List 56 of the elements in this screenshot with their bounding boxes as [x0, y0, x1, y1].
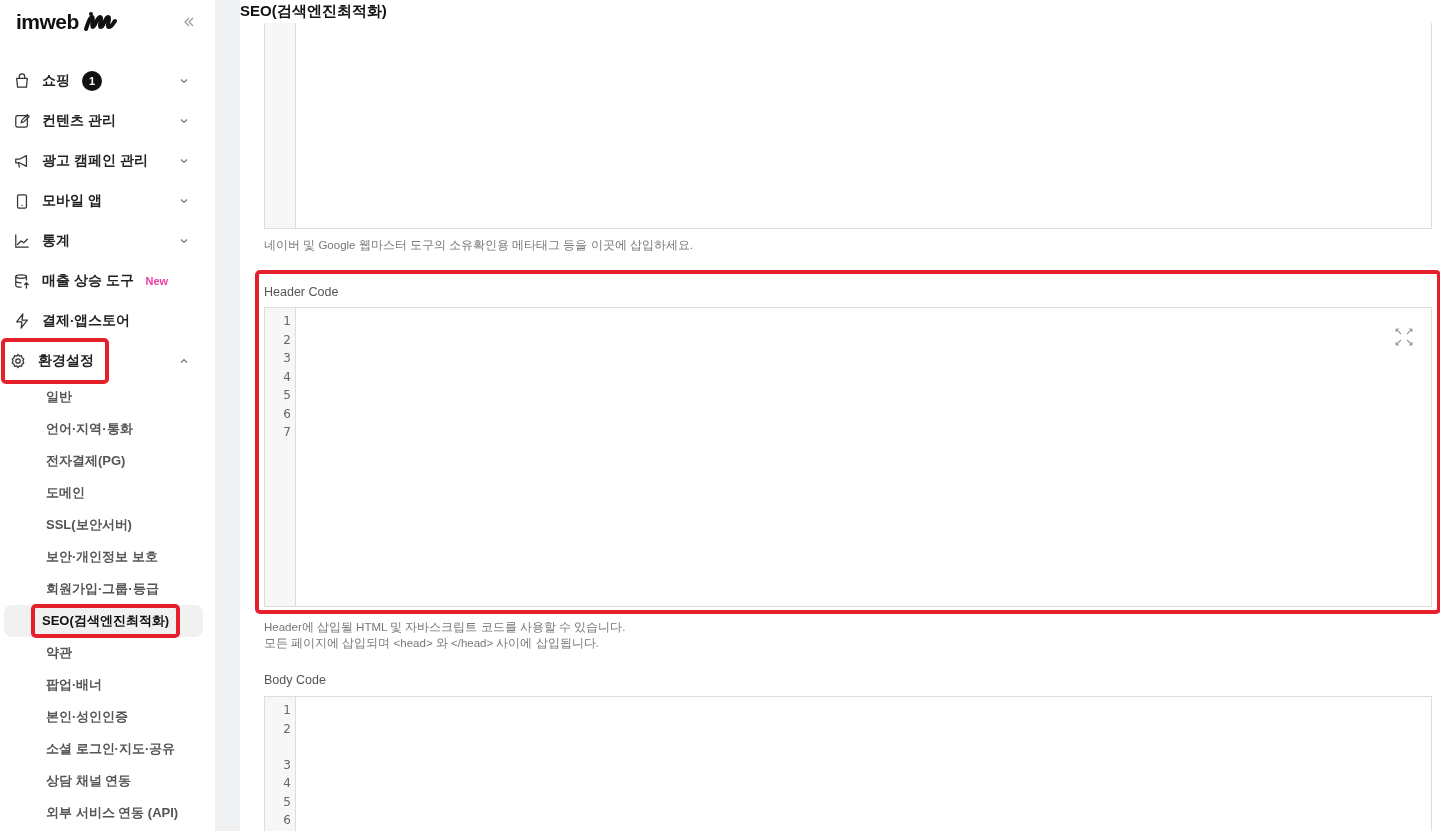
new-tag: New	[145, 272, 169, 290]
submenu-item[interactable]: 상담 채널 연동	[4, 765, 203, 797]
line-number: 6	[282, 405, 291, 423]
submenu-item[interactable]: SSL(보안서버)	[4, 509, 203, 541]
line-number: 5	[282, 793, 291, 811]
lightning-icon	[14, 312, 30, 330]
submenu-item[interactable]: 도메인	[4, 477, 203, 509]
submenu-item[interactable]: 전자결제(PG)	[4, 445, 203, 477]
submenu-item[interactable]: 일반	[4, 381, 203, 413]
submenu-item[interactable]: 보안·개인정보 보호	[4, 541, 203, 573]
line-number: 2	[282, 331, 291, 349]
nav-item[interactable]: 광고 캠페인 관리	[4, 141, 203, 181]
line-number: 4	[282, 775, 291, 792]
help-text: 네이버 및 Google 웹마스터 도구의 소유확인용 메타태그 등을 이곳에 삽입하세요.	[264, 237, 695, 253]
line-number: 1	[282, 313, 291, 331]
nav-item-label[interactable]: 환경설정	[38, 350, 94, 372]
line-number: 4	[282, 368, 291, 386]
edit-icon	[14, 112, 30, 130]
line-number: 6	[282, 812, 291, 829]
line-chart-icon	[14, 232, 30, 250]
line-number: 3	[282, 756, 291, 774]
page-title: SEO(검색엔진최적화)	[240, 1, 388, 21]
code-editor[interactable]: 1 2 3 4 5 6	[264, 696, 1432, 831]
submenu-item[interactable]: 소셜 로그인·지도·공유	[4, 733, 203, 765]
submenu-item[interactable]: 본인·성인인증	[4, 701, 203, 733]
line-number: 5	[282, 387, 291, 405]
nav-item[interactable]: 컨텐츠 관리	[4, 101, 203, 141]
nav-item[interactable]: 매출 상승 도구 New	[4, 261, 203, 301]
nav-item[interactable]: 쇼핑 1	[4, 61, 203, 101]
field-label: Header Code	[264, 283, 340, 301]
code-editor[interactable]: 1 2 3 4 5 6 7	[264, 307, 1432, 608]
database-upload-icon	[14, 272, 30, 290]
count-badge: 1	[82, 71, 102, 91]
collapse-icon[interactable]	[183, 16, 195, 28]
submenu-item[interactable]: 회원가입·그룹·등급	[4, 573, 203, 605]
submenu-item[interactable]: 언어·지역·통화	[4, 413, 203, 445]
submenu-item[interactable]: 외부 서비스 연동 (API)	[4, 797, 203, 829]
field-label: Body Code	[264, 672, 327, 690]
line-number: 2	[282, 720, 291, 738]
nav-item[interactable]: 결제·앱스토어	[4, 301, 203, 341]
help-text: Header에 삽입될 HTML 및 자바스크립트 코드를 사용할 수 있습니다.	[264, 620, 627, 636]
nav-item[interactable]: 모바일 앱	[4, 181, 203, 221]
line-number: 3	[282, 350, 291, 368]
line-number: 1	[282, 702, 291, 719]
megaphone-icon	[14, 152, 30, 170]
nav-item[interactable]: 통계	[4, 221, 203, 261]
mobile-phone-icon	[14, 192, 30, 210]
submenu-item[interactable]: 약관	[4, 637, 203, 669]
help-text: 모든 페이지에 삽입되며 <head> 와 </head> 사이에 삽입됩니다.	[264, 636, 600, 652]
logo-icon	[82, 11, 119, 33]
settings-icon	[10, 352, 26, 370]
expand-icon[interactable]	[1393, 326, 1415, 349]
bag-icon	[14, 72, 30, 90]
logo: imweb	[16, 9, 79, 36]
submenu-item[interactable]: 팝업·배너	[4, 669, 203, 701]
line-number: 7	[282, 424, 291, 442]
